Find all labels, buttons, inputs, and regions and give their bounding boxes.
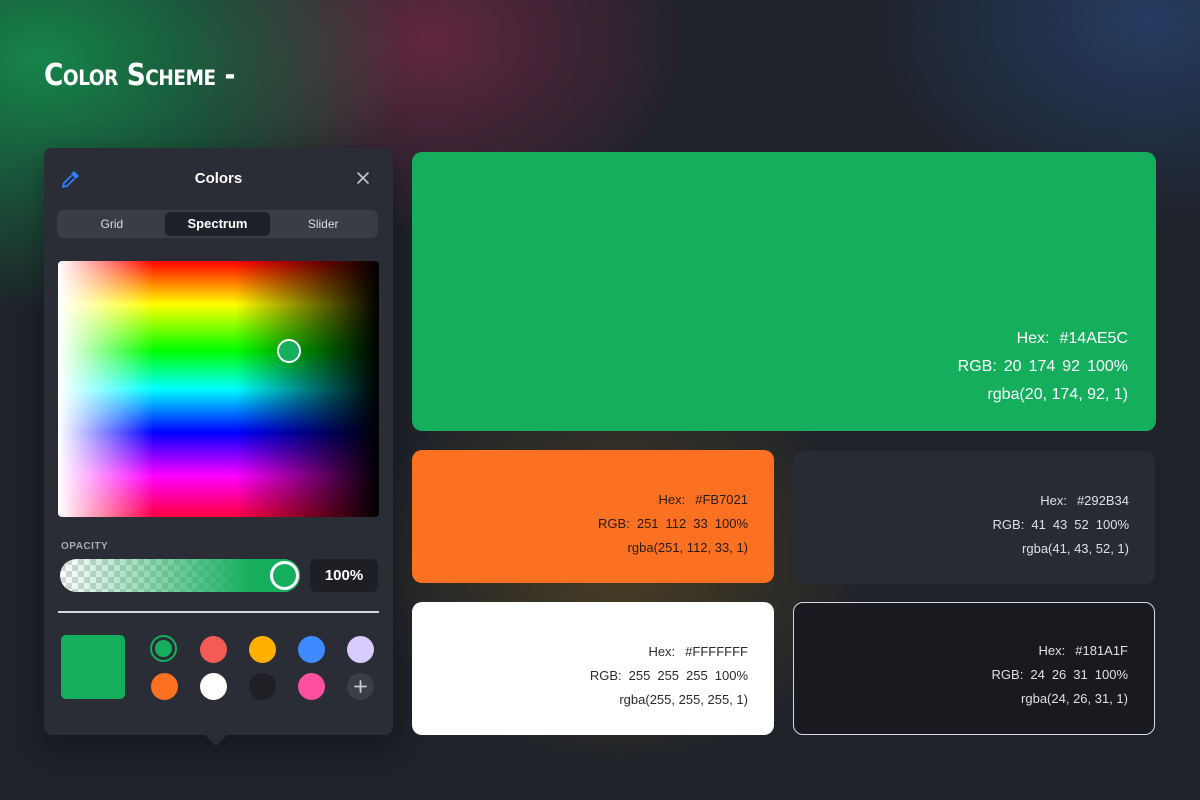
swatch-blue[interactable] [298, 636, 325, 663]
color-card-black: Hex: #181A1F RGB: 24 26 31 100% rgba(24, 26, … [793, 602, 1155, 735]
rgb-alpha: 100% [714, 668, 748, 683]
add-swatch-button[interactable] [347, 673, 374, 700]
rgb-b: 92 [1062, 358, 1081, 375]
spectrum-field[interactable] [58, 261, 379, 517]
rgba-value: rgba(24, 26, 31, 1) [1021, 691, 1128, 706]
swatch-pink[interactable] [298, 673, 325, 700]
hex-value: #292B34 [1076, 493, 1129, 508]
hex-value: #181A1F [1075, 643, 1128, 658]
rgb-g: 112 [665, 516, 687, 531]
hex-label: Hex: [1040, 493, 1067, 508]
rgb-g: 255 [657, 668, 680, 683]
rgb-alpha: 100% [1095, 517, 1129, 532]
tab-slider[interactable]: Slider [270, 212, 376, 236]
rgb-label: RGB: [589, 668, 622, 683]
hex-label: Hex: [1038, 643, 1066, 658]
rgb-g: 43 [1052, 517, 1068, 532]
color-card-green: Hex: #14AE5C RGB: 20 174 92 100% rgba(20, 174… [412, 152, 1156, 431]
opacity-slider-handle[interactable] [270, 561, 299, 590]
hex-value: #FB7021 [695, 492, 748, 507]
divider [58, 611, 379, 613]
rgb-alpha: 100% [714, 516, 748, 531]
hex-label: Hex: [648, 644, 676, 659]
rgb-alpha: 100% [1087, 358, 1128, 375]
swatch-black[interactable] [249, 673, 276, 700]
rgb-label: RGB: [598, 516, 630, 531]
tab-spectrum[interactable]: Spectrum [164, 212, 271, 236]
rgb-label: RGB: [957, 358, 997, 375]
hex-label: Hex: [1016, 330, 1050, 347]
hex-value: #FFFFFFF [685, 644, 748, 659]
hex-value: #14AE5C [1059, 330, 1129, 347]
color-card-white: Hex: #FFFFFFF RGB: 255 255 255 100% rgba(255,… [412, 602, 774, 735]
panel-title: Colors [194, 170, 243, 187]
swatch-yellow[interactable] [249, 636, 276, 663]
rgb-b: 31 [1073, 667, 1088, 682]
swatch-green[interactable] [150, 635, 177, 662]
rgb-label: RGB: [991, 667, 1024, 682]
color-card-orange: Hex: #FB7021 RGB: 251 112 33 100% rgba(251, 1… [412, 450, 774, 583]
rgb-r: 20 [1003, 358, 1022, 375]
color-card-dark: Hex: #292B34 RGB: 41 43 52 100% rgba(41, 43, … [793, 451, 1155, 584]
swatch-white[interactable] [200, 673, 227, 700]
opacity-slider[interactable] [60, 559, 300, 592]
rgb-r: 41 [1031, 517, 1046, 532]
rgb-b: 52 [1074, 517, 1089, 532]
rgb-r: 251 [636, 516, 659, 531]
opacity-input[interactable]: 100% [310, 559, 378, 592]
current-color-preview [61, 635, 125, 699]
rgba-value: rgba(251, 112, 33, 1) [627, 540, 748, 555]
rgb-label: RGB: [992, 517, 1025, 532]
hex-label: Hex: [658, 492, 686, 507]
spectrum-handle[interactable] [277, 339, 301, 363]
rgba-value: rgba(41, 43, 52, 1) [1022, 541, 1129, 556]
rgba-value: rgba(20, 174, 92, 1) [987, 386, 1128, 403]
swatch-red[interactable] [200, 636, 227, 663]
opacity-fill [60, 559, 300, 592]
swatch-orange[interactable] [151, 673, 178, 700]
rgb-r: 24 [1030, 667, 1045, 682]
rgb-b: 33 [693, 516, 708, 531]
tab-grid[interactable]: Grid [59, 212, 165, 236]
mode-tabs: Grid Spectrum Slider [57, 210, 378, 238]
panel-pointer [205, 735, 227, 746]
rgb-g: 174 [1028, 358, 1056, 375]
color-picker-panel: Colors Grid Spectrum Slider OPACITY 100% [44, 148, 393, 735]
close-icon[interactable] [355, 170, 371, 186]
rgb-alpha: 100% [1094, 667, 1128, 682]
rgba-value: rgba(255, 255, 255, 1) [619, 692, 748, 707]
rgb-g: 26 [1051, 667, 1067, 682]
swatch-lavender[interactable] [347, 636, 374, 663]
opacity-label: OPACITY [61, 541, 109, 552]
rgb-b: 255 [686, 668, 708, 683]
plus-icon [354, 680, 367, 693]
rgb-r: 255 [628, 668, 651, 683]
page-title: Color Scheme - [44, 58, 236, 93]
